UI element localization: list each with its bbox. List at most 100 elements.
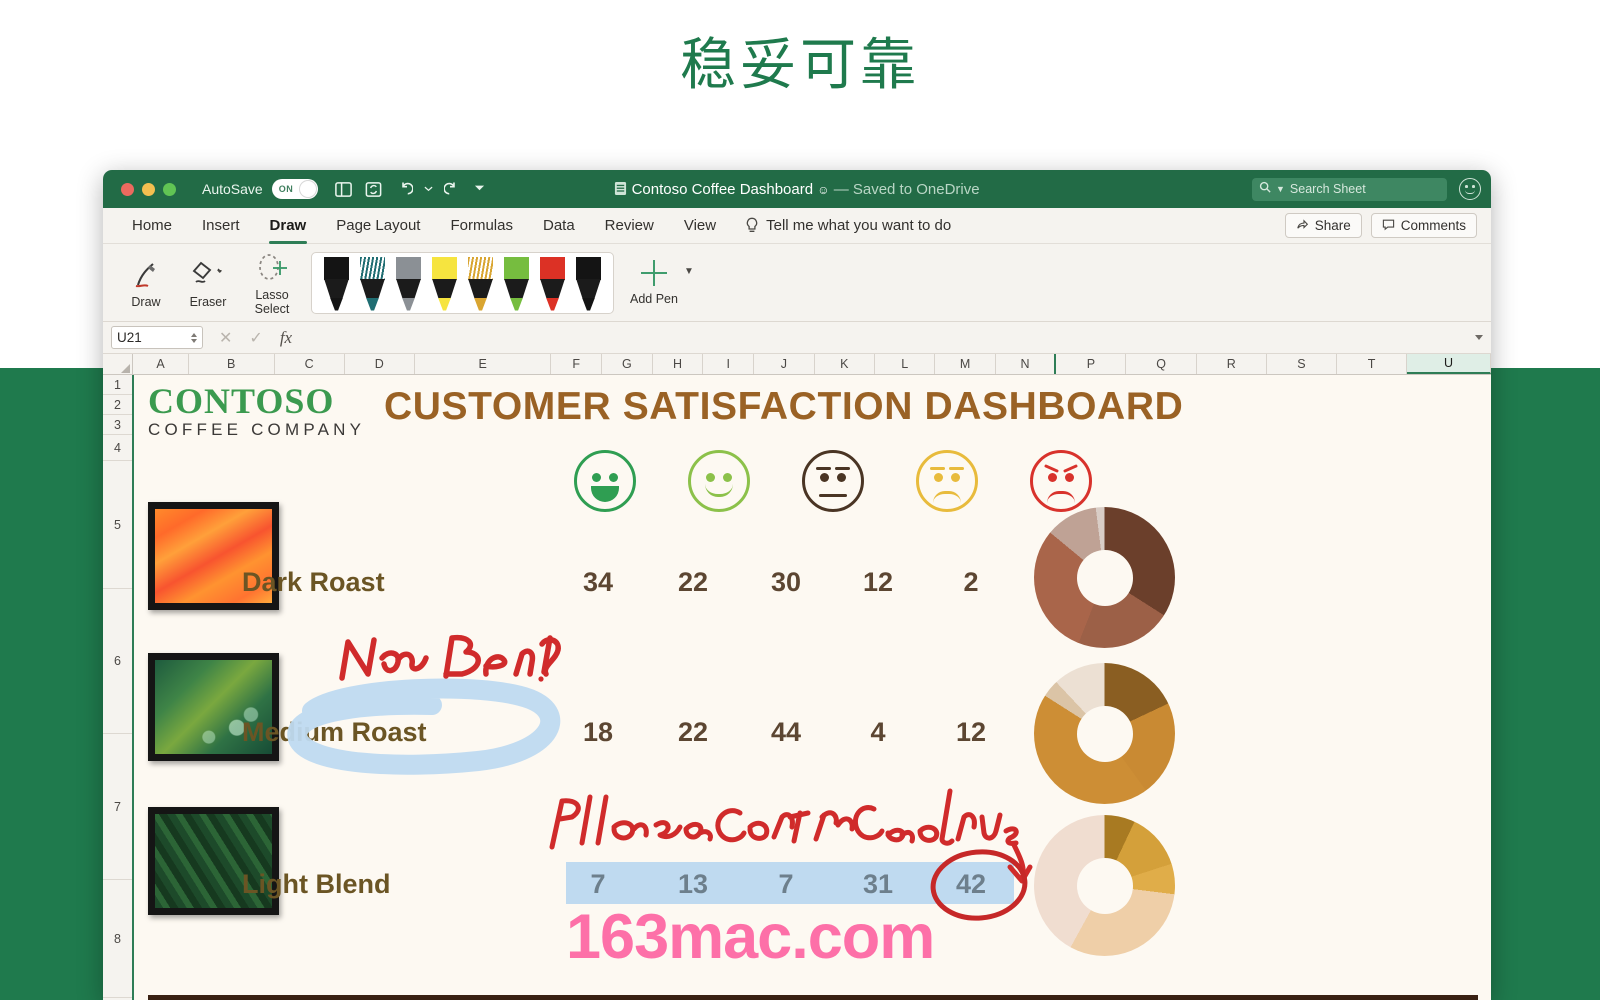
pen-teal[interactable]	[360, 256, 385, 311]
share-button[interactable]: Share	[1284, 213, 1362, 238]
pen-tip	[330, 297, 343, 311]
column-header-J[interactable]: J	[754, 354, 815, 374]
column-header-P[interactable]: P	[1056, 354, 1127, 374]
select-all-corner[interactable]	[103, 354, 134, 374]
pen-gallery[interactable]	[311, 251, 614, 314]
quick-access-toolbar[interactable]	[334, 180, 485, 199]
maximize-window-button[interactable]	[163, 182, 176, 196]
tab-insert[interactable]: Insert	[187, 208, 255, 244]
pen-black[interactable]	[324, 256, 349, 311]
cell-light-blend-4[interactable]: 31	[846, 869, 910, 900]
column-header-K[interactable]: K	[814, 354, 875, 374]
tell-me-search[interactable]: Tell me what you want to do	[745, 217, 951, 235]
cell-medium-roast-5[interactable]: 12	[939, 717, 1003, 748]
cancel-icon[interactable]: ✕	[219, 328, 232, 348]
column-header-E[interactable]: E	[414, 354, 552, 374]
cell-dark-roast-3[interactable]: 30	[754, 567, 818, 598]
pen-gray[interactable]	[396, 256, 421, 311]
row-header-2[interactable]: 2	[103, 395, 132, 415]
tab-draw[interactable]: Draw	[255, 208, 322, 244]
cell-medium-roast-4[interactable]: 4	[846, 717, 910, 748]
coffee-beans-photo[interactable]	[148, 995, 1478, 1000]
fx-icon[interactable]: fx	[280, 328, 292, 348]
column-header-S[interactable]: S	[1266, 354, 1337, 374]
undo-icon[interactable]	[394, 180, 414, 199]
pen-yellow-highlighter[interactable]	[432, 256, 457, 311]
lasso-select-tool-button[interactable]: Lasso Select	[241, 250, 303, 316]
pen-gold[interactable]	[468, 256, 493, 311]
cell-light-blend-1[interactable]: 7	[566, 869, 630, 900]
column-header-A[interactable]: A	[133, 354, 189, 374]
column-header-C[interactable]: C	[274, 354, 345, 374]
pen-black-2[interactable]	[576, 256, 601, 311]
close-window-button[interactable]	[121, 182, 134, 196]
tab-page-layout[interactable]: Page Layout	[321, 208, 435, 244]
tab-review[interactable]: Review	[590, 208, 669, 244]
rating-face-row	[574, 450, 1092, 512]
row-header-1[interactable]: 1	[103, 375, 132, 395]
column-header-R[interactable]: R	[1196, 354, 1267, 374]
search-dropdown-icon[interactable]: ▼	[1276, 184, 1285, 194]
cell-light-blend-2[interactable]: 13	[661, 869, 725, 900]
cell-dark-roast-4[interactable]: 12	[846, 567, 910, 598]
donut-dark-roast[interactable]	[1034, 507, 1175, 648]
name-box-spinner[interactable]	[191, 332, 197, 343]
column-header-F[interactable]: F	[551, 354, 603, 374]
cell-medium-roast-1[interactable]: 18	[566, 717, 630, 748]
pen-green[interactable]	[504, 256, 529, 311]
tab-formulas[interactable]: Formulas	[435, 208, 528, 244]
comments-button[interactable]: Comments	[1370, 213, 1477, 238]
cell-medium-roast-3[interactable]: 44	[754, 717, 818, 748]
row-header-5[interactable]: 5	[103, 461, 132, 589]
add-pen-button[interactable]: Add Pen	[630, 259, 678, 306]
column-header-G[interactable]: G	[602, 354, 653, 374]
row-header-8[interactable]: 8	[103, 880, 132, 998]
cell-dark-roast-2[interactable]: 22	[661, 567, 725, 598]
column-header-Q[interactable]: Q	[1126, 354, 1197, 374]
autosave-toggle[interactable]: ON	[271, 179, 318, 199]
column-header-N[interactable]: N	[995, 354, 1057, 374]
name-box[interactable]: U21	[111, 326, 203, 349]
eraser-tool-button[interactable]: Eraser	[175, 257, 241, 309]
customize-toolbar-icon[interactable]	[474, 180, 485, 199]
confirm-icon[interactable]: ✓	[249, 328, 262, 348]
add-pen-dropdown-icon[interactable]: ▼	[684, 266, 694, 277]
minimize-window-button[interactable]	[142, 182, 155, 196]
pen-red[interactable]	[540, 256, 565, 311]
save-sync-icon[interactable]	[364, 180, 383, 199]
column-header-U[interactable]: U	[1407, 354, 1491, 374]
donut-medium-roast[interactable]	[1034, 663, 1175, 804]
column-header-M[interactable]: M	[935, 354, 996, 374]
tab-home[interactable]: Home	[117, 208, 187, 244]
column-header-B[interactable]: B	[188, 354, 275, 374]
cell-dark-roast-5[interactable]: 2	[939, 567, 1003, 598]
cell-light-blend-5[interactable]: 42	[939, 869, 1003, 900]
new-comment-icon[interactable]	[334, 180, 353, 199]
draw-ribbon: Draw Eraser Lasso Select Add Pen ▼	[103, 244, 1491, 322]
formula-bar-expand-icon[interactable]	[1475, 335, 1483, 340]
tab-view[interactable]: View	[669, 208, 731, 244]
row-header-4[interactable]: 4	[103, 435, 132, 461]
cell-medium-roast-2[interactable]: 22	[661, 717, 725, 748]
row-header-3[interactable]: 3	[103, 415, 132, 435]
cell-dark-roast-1[interactable]: 34	[566, 567, 630, 598]
redo-icon[interactable]	[443, 180, 463, 199]
column-header-H[interactable]: H	[652, 354, 704, 374]
donut-light-blend[interactable]	[1034, 815, 1175, 956]
draw-tool-button[interactable]: Draw	[117, 257, 175, 309]
column-header-T[interactable]: T	[1336, 354, 1408, 374]
row-header-6[interactable]: 6	[103, 589, 132, 734]
column-header-L[interactable]: L	[874, 354, 936, 374]
cell-light-blend-3[interactable]: 7	[754, 869, 818, 900]
tab-data[interactable]: Data	[528, 208, 590, 244]
search-sheet-input[interactable]: ▼ Search Sheet	[1252, 177, 1447, 201]
feedback-smiley-icon[interactable]	[1459, 178, 1481, 200]
column-header-I[interactable]: I	[703, 354, 755, 374]
column-header-D[interactable]: D	[344, 354, 415, 374]
window-traffic-lights[interactable]	[121, 182, 176, 196]
undo-dropdown-icon[interactable]	[424, 180, 433, 199]
column-header-row[interactable]: ABCDEFGHIJKLMNPQRSTU	[103, 354, 1491, 375]
row-header-7[interactable]: 7	[103, 734, 132, 880]
formula-input[interactable]	[306, 326, 1475, 349]
row-header-column[interactable]: 123456789	[103, 375, 134, 1000]
